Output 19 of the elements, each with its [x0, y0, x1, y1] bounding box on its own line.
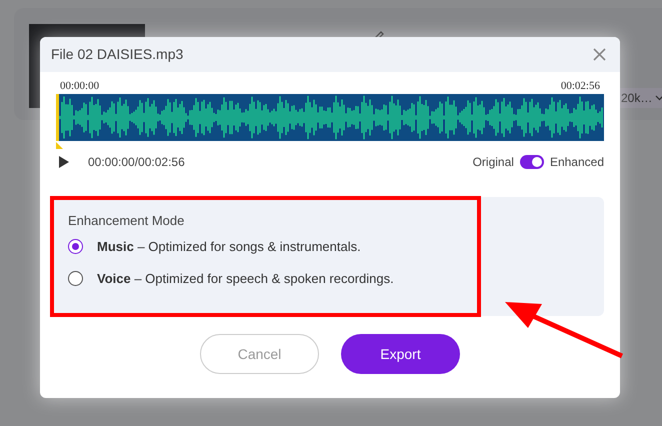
radio-button[interactable] — [68, 270, 83, 286]
close-icon[interactable] — [593, 48, 606, 61]
bitrate-dropdown[interactable]: 20k… — [620, 88, 662, 108]
toggle-label: Original — [472, 154, 514, 171]
playhead-marker[interactable] — [56, 142, 63, 149]
dialog-title: File 02 DAISIES.mp3 — [51, 45, 184, 64]
toggle-label: Enhanced — [550, 154, 604, 171]
export-button[interactable]: Export — [341, 334, 460, 374]
start-time: 00:00:00 — [60, 80, 100, 93]
end-time: 00:02:56 — [560, 80, 600, 93]
option-label: Voice – Optimized for speech & spoken recordings. — [97, 270, 394, 288]
play-icon[interactable] — [58, 155, 70, 169]
cancel-button[interactable]: Cancel — [200, 334, 319, 374]
playback-time: 00:00:00/00:02:56 — [88, 154, 185, 171]
chevron-down-icon — [655, 95, 662, 101]
option-label: Music – Optimized for songs & instrumentals. — [97, 238, 361, 256]
section-title: Enhancement Mode — [68, 213, 186, 229]
radio-button[interactable] — [68, 239, 83, 254]
toggle-switch[interactable] — [520, 155, 544, 169]
